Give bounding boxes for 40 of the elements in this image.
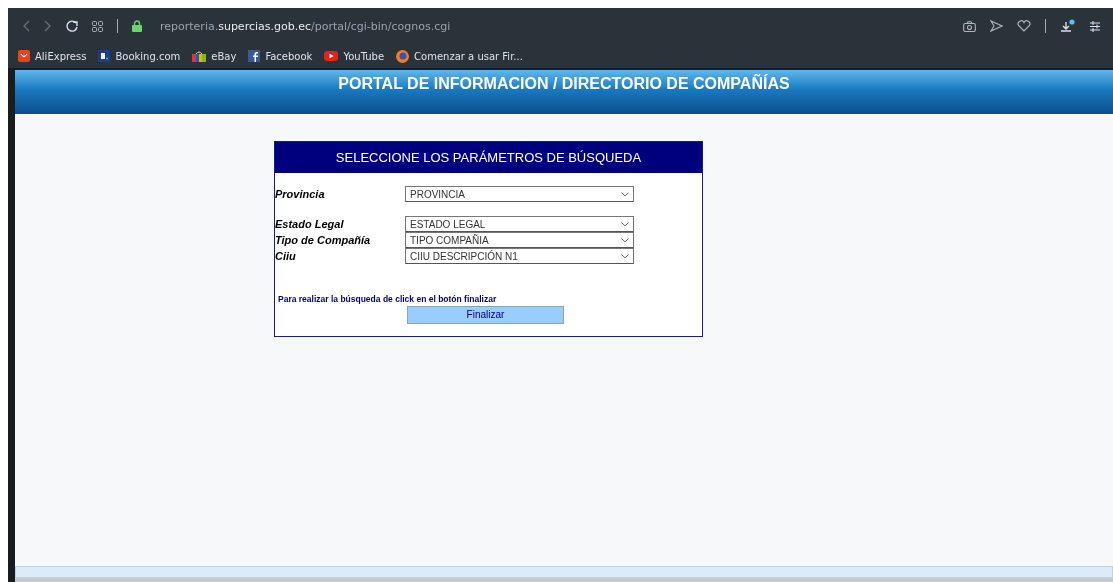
chevron-down-icon [621, 253, 629, 259]
dropdown[interactable]: PROVINCIA [405, 186, 634, 202]
field-label: Estado Legal [275, 218, 345, 230]
field-label: Ciiu [275, 250, 297, 262]
facebook-icon [248, 50, 261, 62]
page-banner: PORTAL DE INFORMACION / DIRECTORIO DE COMPAÑÍAS [15, 70, 1113, 114]
shopping-icon [18, 50, 30, 62]
play-icon [324, 51, 339, 61]
bookmark-link[interactable]: Booking.com [115, 50, 181, 62]
dropdown[interactable]: CIIU DESCRIPCIÓN N1 [405, 248, 634, 264]
chevron-down-icon [621, 221, 629, 227]
bookmark-link[interactable]: AliExpress [35, 50, 87, 62]
bookmark-link[interactable]: YouTube [343, 50, 385, 62]
reload-icon[interactable] [66, 20, 78, 32]
form-title: SELECCIONE LOS PARÁMETROS DE BÚSQUEDA [275, 142, 702, 173]
booking-icon [98, 50, 111, 62]
forward-icon[interactable] [44, 20, 52, 32]
lock-icon [132, 20, 142, 32]
sliders-icon[interactable] [1089, 20, 1101, 32]
heart-icon[interactable] [1017, 20, 1031, 32]
download-icon[interactable] [1060, 19, 1075, 33]
dropdown[interactable]: ESTADO LEGAL [405, 216, 634, 232]
bag-icon [192, 50, 207, 62]
field-label: Tipo de Compañía [275, 234, 372, 246]
send-icon[interactable] [990, 20, 1003, 32]
chevron-down-icon [621, 191, 629, 197]
bookmark-link[interactable]: Facebook [265, 50, 313, 62]
address-bar[interactable]: reporteria.supercias.gob.ec/portal/cgi-bin/cognos.cgi [160, 19, 451, 33]
camera-icon[interactable] [963, 20, 976, 32]
scrollbar[interactable] [15, 566, 1113, 578]
bookmark-link[interactable]: Comenzar a usar Fir... [414, 50, 523, 62]
grid-icon[interactable] [92, 20, 103, 32]
back-icon[interactable] [22, 20, 30, 32]
instruction-text: Para realizar la búsqueda de click en el botón finalizar [278, 294, 498, 304]
bookmark-link[interactable]: eBay [211, 50, 237, 62]
chevron-down-icon [621, 237, 629, 243]
dropdown[interactable]: TIPO COMPAÑIA [405, 232, 634, 248]
field-label: Provincia [275, 188, 326, 200]
browser-logo-icon [396, 49, 410, 63]
finalize-button[interactable]: Finalizar [407, 305, 564, 324]
